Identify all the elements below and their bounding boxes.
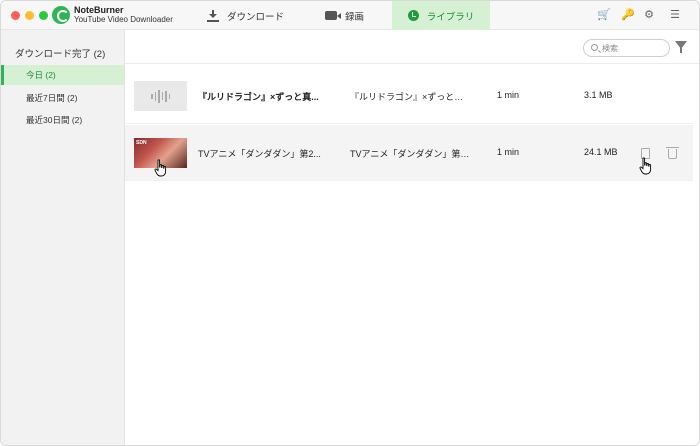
cart-icon[interactable]: 🛒 [597,9,611,21]
item-duration: 1 min [497,147,520,157]
item-description: TVアニメ「ダンダダン」第2... [350,149,470,159]
audio-thumbnail [134,81,187,111]
hand-cursor-icon [154,159,167,177]
tab-download[interactable]: ダウンロード [207,1,284,30]
item-title: 『ルリドラゴン』×ずっと真... [198,92,319,102]
item-size: 3.1 MB [584,90,613,100]
tab-library[interactable]: ライブラリ [392,1,490,30]
search-icon [591,44,598,51]
library-icon [407,10,419,21]
sidebar-item-last-30-days[interactable]: 最近30日間 (2) [1,110,124,130]
sidebar-item-last-7-days[interactable]: 最近7日間 (2) [1,88,124,108]
item-duration: 1 min [497,90,520,100]
sidebar-item-today[interactable]: 今日 (2) [1,65,124,85]
record-icon [325,11,341,20]
minimize-window-button[interactable] [25,11,34,20]
app-logo-icon [52,6,70,24]
item-description: 『ルリドラゴン』×ずっと真... [350,92,470,102]
download-icon [207,9,219,22]
hand-cursor-icon [639,157,652,175]
close-window-button[interactable] [11,11,20,20]
library-toolbar [125,30,699,64]
app-subtitle: YouTube Video Downloader [74,15,173,24]
app-brand: NoteBurner YouTube Video Downloader [74,5,173,25]
item-title: TVアニメ「ダンダダン」第2... [198,149,321,159]
tab-library-label: ライブラリ [426,11,475,23]
item-size: 24.1 MB [584,147,618,157]
title-bar: NoteBurner YouTube Video Downloader ダウンロ… [1,1,699,30]
app-window: NoteBurner YouTube Video Downloader ダウンロ… [0,0,700,446]
key-icon[interactable]: 🔑 [621,9,635,21]
tab-record-label: 録画 [345,11,365,23]
gear-icon[interactable]: ⚙ [643,9,655,21]
sidebar: ダウンロード完了 (2) 今日 (2) 最近7日間 (2) 最近30日間 (2) [1,30,125,445]
list-item[interactable]: TVアニメ「ダンダダン」第2... TVアニメ「ダンダダン」第2... 1 mi… [125,125,693,181]
sidebar-header: ダウンロード完了 (2) [15,49,106,60]
list-item[interactable]: 『ルリドラゴン』×ずっと真... 『ルリドラゴン』×ずっと真... 1 min … [125,68,693,124]
search-box[interactable] [583,39,670,57]
filter-icon[interactable] [675,41,687,53]
menu-icon[interactable]: ☰ [669,9,681,21]
app-name: NoteBurner [74,5,124,15]
search-input[interactable] [602,42,664,55]
tab-download-label: ダウンロード [227,11,285,23]
tab-record[interactable]: 録画 [325,1,364,30]
zoom-window-button[interactable] [39,11,48,20]
trash-icon[interactable] [666,147,679,159]
